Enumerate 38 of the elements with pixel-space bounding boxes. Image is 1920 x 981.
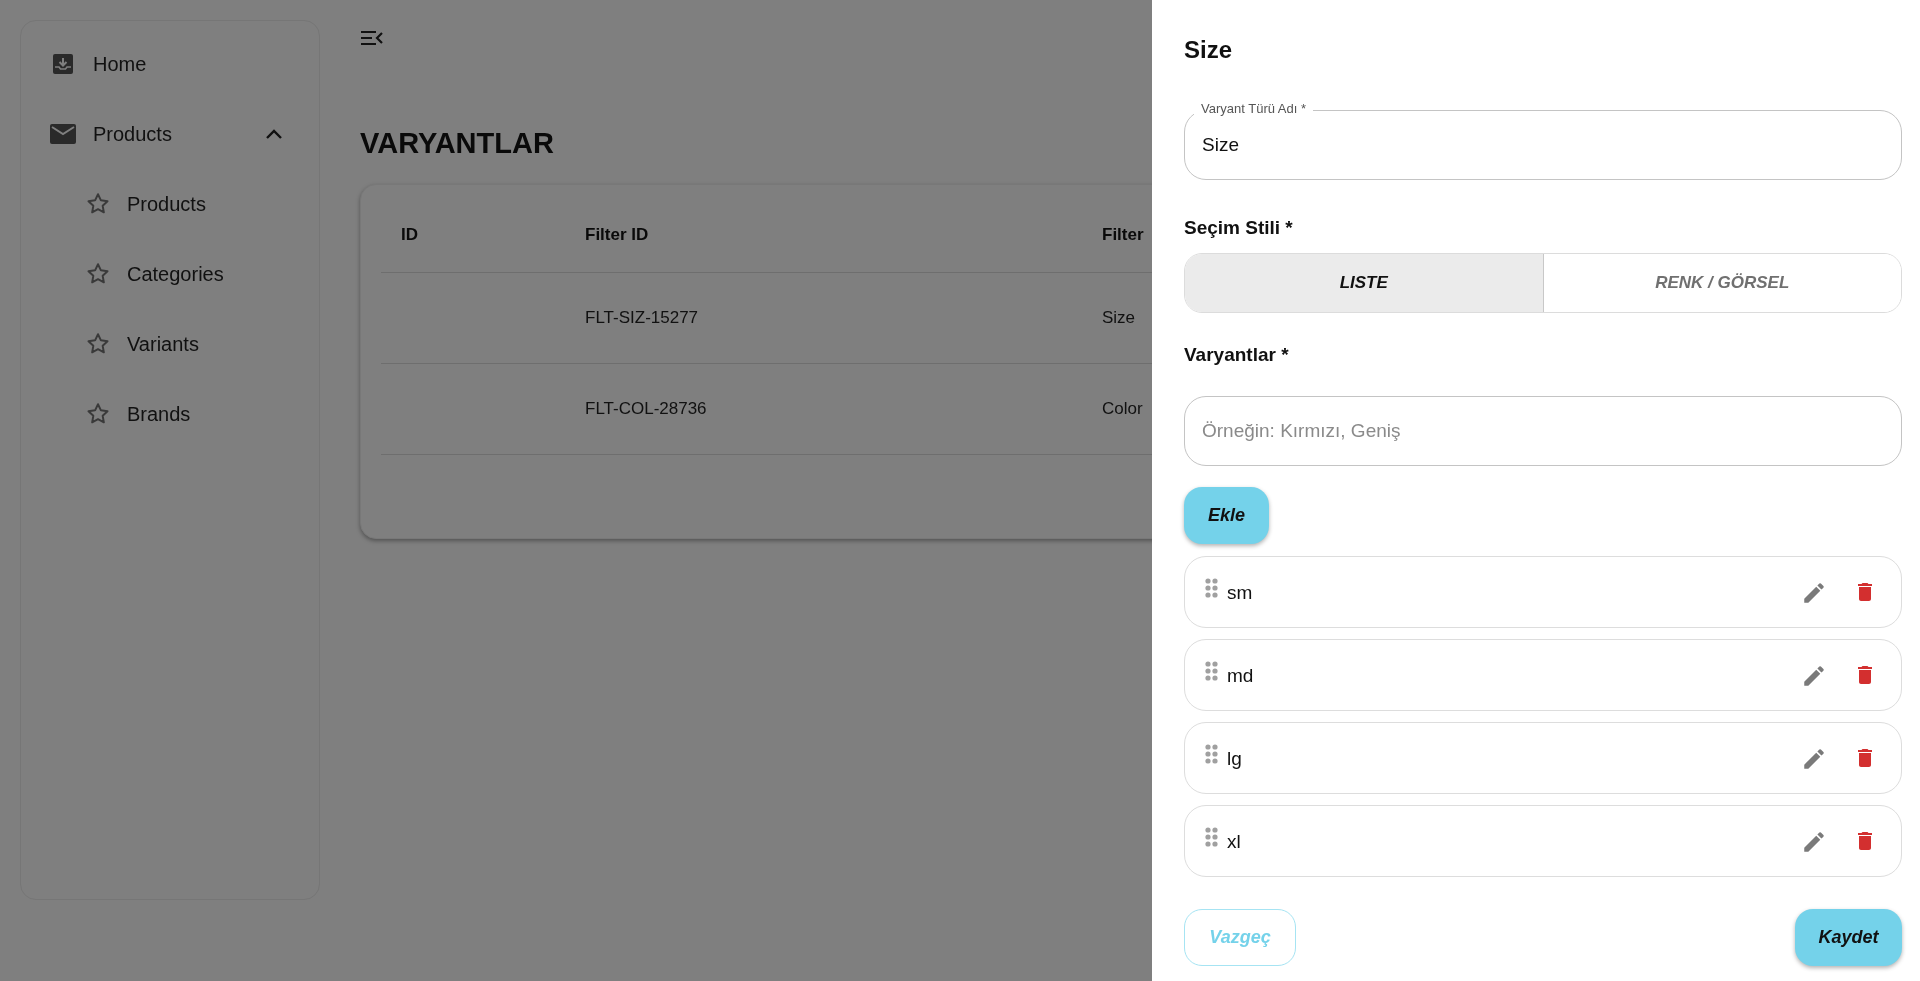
sidebar-item[interactable]: Home (49, 29, 291, 99)
column-header: ID (401, 225, 418, 245)
drag-handle-icon[interactable] (1205, 744, 1219, 766)
table-cell: FLT-SIZ-15277 (585, 307, 699, 327)
column-header: Filter (1102, 225, 1144, 245)
mail-icon (50, 123, 76, 145)
variant-label: xl (1227, 830, 1241, 854)
drag-handle-icon[interactable] (1205, 578, 1219, 600)
style-tab[interactable]: RENK / GÖRSEL (1542, 253, 1901, 312)
section-label: Varyantlar * (1184, 342, 1290, 367)
drag-handle-icon[interactable] (1205, 827, 1219, 849)
sidebar-item[interactable]: Products (49, 169, 291, 239)
add-button[interactable]: Ekle (1184, 487, 1269, 544)
drawer-title: Size (1184, 35, 1234, 65)
variant-label: sm (1227, 581, 1253, 605)
edit-icon[interactable] (1801, 829, 1827, 855)
save-button[interactable]: Kaydet (1795, 909, 1902, 966)
table-cell: Color (1102, 398, 1143, 418)
variant-input[interactable]: Örneğin: Kırmızı, Geniş (1184, 396, 1902, 466)
menu-icon[interactable] (360, 28, 384, 48)
sidebar-item[interactable]: Brands (49, 379, 291, 449)
inbox-icon (51, 52, 75, 76)
edit-icon[interactable] (1801, 746, 1827, 772)
variant-label: md (1227, 664, 1254, 688)
sidebar-item[interactable]: Categories (49, 239, 291, 309)
sidebar-item[interactable]: Products (49, 99, 291, 169)
variant-label: lg (1227, 747, 1242, 771)
table-cell: Size (1102, 307, 1136, 327)
sidebar-item[interactable]: Variants (49, 309, 291, 379)
table-cell: FLT-COL-28736 (585, 398, 707, 418)
style-tab[interactable]: LISTE (1185, 253, 1543, 312)
edit-icon[interactable] (1801, 663, 1827, 689)
column-header: Filter ID (585, 225, 649, 245)
drag-handle-icon[interactable] (1205, 661, 1219, 683)
chevron-up-icon[interactable] (265, 128, 283, 140)
edit-icon[interactable] (1801, 580, 1827, 606)
section-label: Seçim Stili * (1184, 216, 1294, 240)
page-title: VARYANTLAR (360, 126, 555, 161)
